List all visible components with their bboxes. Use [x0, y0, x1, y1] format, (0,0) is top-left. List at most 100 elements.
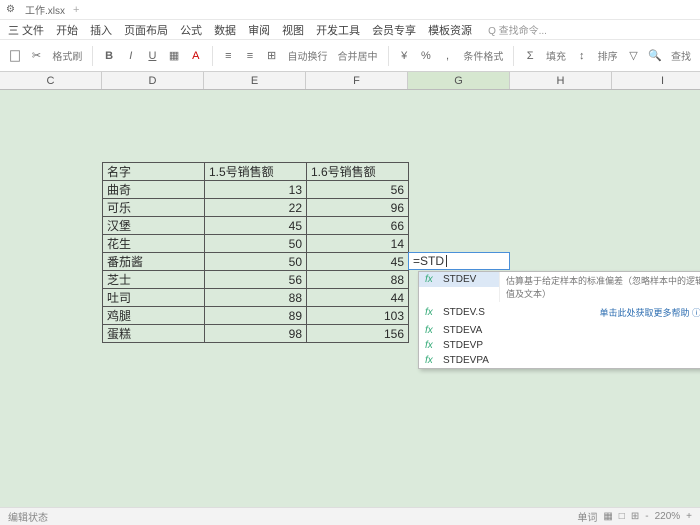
menu-pagelayout[interactable]: 页面布局: [124, 22, 168, 38]
cell-name[interactable]: 吐司: [103, 289, 205, 307]
cell-val[interactable]: 88: [205, 289, 307, 307]
comma-icon[interactable]: ,: [439, 46, 457, 66]
menu-start[interactable]: 开始: [56, 22, 78, 38]
suggest-item[interactable]: fxSTDEV: [419, 272, 499, 287]
filter-icon[interactable]: ▽: [625, 46, 643, 66]
grid-area[interactable]: 名字 1.5号销售额 1.6号销售额 曲奇1356 可乐2296 汉堡4566 …: [0, 90, 700, 507]
cell-val[interactable]: 56: [205, 271, 307, 289]
find-label[interactable]: 查找: [668, 48, 694, 63]
cell-val[interactable]: 103: [307, 307, 409, 325]
cell-val[interactable]: 44: [307, 289, 409, 307]
align-left-icon[interactable]: ≡: [219, 46, 237, 66]
bold-icon[interactable]: B: [100, 46, 118, 66]
cell-val[interactable]: 98: [205, 325, 307, 343]
cell-val[interactable]: 45: [307, 253, 409, 271]
align-center-icon[interactable]: ≡: [241, 46, 259, 66]
menu-review[interactable]: 审阅: [248, 22, 270, 38]
data-table[interactable]: 名字 1.5号销售额 1.6号销售额 曲奇1356 可乐2296 汉堡4566 …: [102, 162, 409, 343]
cell-val[interactable]: 88: [307, 271, 409, 289]
col-header-f[interactable]: F: [306, 72, 408, 89]
cell-val[interactable]: 50: [205, 235, 307, 253]
table-row: 曲奇1356: [103, 181, 409, 199]
view-break-icon[interactable]: ⊞: [631, 511, 639, 522]
merge-center-label[interactable]: 合并居中: [335, 48, 381, 63]
col-header-h[interactable]: H: [510, 72, 612, 89]
menu-view[interactable]: 视图: [282, 22, 304, 38]
cell-name[interactable]: 曲奇: [103, 181, 205, 199]
zoom-level[interactable]: 220%: [655, 511, 681, 522]
cell-val[interactable]: 66: [307, 217, 409, 235]
separator: [388, 46, 389, 66]
view-page-icon[interactable]: □: [619, 511, 625, 522]
cond-format-label[interactable]: 条件格式: [460, 48, 506, 63]
command-search[interactable]: Q 查找命令...: [488, 22, 547, 37]
cell-name[interactable]: 番茄酱: [103, 253, 205, 271]
cell-name[interactable]: 芝士: [103, 271, 205, 289]
fill-label[interactable]: 填充: [543, 48, 569, 63]
fill-color-icon[interactable]: ▦: [165, 46, 183, 66]
italic-icon[interactable]: I: [122, 46, 140, 66]
cell-val[interactable]: 156: [307, 325, 409, 343]
menu-template[interactable]: 模板资源: [428, 22, 472, 38]
fx-icon: fx: [425, 355, 437, 366]
currency-icon[interactable]: ¥: [395, 46, 413, 66]
active-cell-editor[interactable]: =STD: [408, 252, 510, 270]
cell-name[interactable]: 蛋糕: [103, 325, 205, 343]
header-col2[interactable]: 1.6号销售额: [307, 163, 409, 181]
underline-icon[interactable]: U: [144, 46, 162, 66]
view-normal-icon[interactable]: ▦: [603, 511, 612, 522]
cell-name[interactable]: 可乐: [103, 199, 205, 217]
menu-file[interactable]: 三 文件: [8, 22, 44, 38]
header-col1[interactable]: 1.5号销售额: [205, 163, 307, 181]
cell-val[interactable]: 45: [205, 217, 307, 235]
col-header-d[interactable]: D: [102, 72, 204, 89]
cell-val[interactable]: 56: [307, 181, 409, 199]
fx-icon: fx: [425, 340, 437, 351]
cell-name[interactable]: 鸡腿: [103, 307, 205, 325]
new-tab-button[interactable]: +: [73, 4, 79, 16]
zoom-out-button[interactable]: -: [645, 511, 648, 522]
sort-label[interactable]: 排序: [595, 48, 621, 63]
cell-val[interactable]: 22: [205, 199, 307, 217]
col-header-e[interactable]: E: [204, 72, 306, 89]
font-color-icon[interactable]: A: [187, 46, 205, 66]
app-menu-icon[interactable]: ⚙: [6, 4, 15, 15]
sort-icon[interactable]: ↕: [573, 46, 591, 66]
suggest-item[interactable]: fxSTDEVA: [419, 323, 700, 338]
cell-val[interactable]: 96: [307, 199, 409, 217]
col-header-g[interactable]: G: [408, 72, 510, 89]
table-row: 芝士5688: [103, 271, 409, 289]
format-painter-label[interactable]: 格式刷: [49, 48, 85, 63]
menu-insert[interactable]: 插入: [90, 22, 112, 38]
paste-icon[interactable]: [6, 46, 24, 66]
sum-icon[interactable]: Σ: [521, 46, 539, 66]
cell-val[interactable]: 89: [205, 307, 307, 325]
cell-name[interactable]: 花生: [103, 235, 205, 253]
cut-icon[interactable]: ✂: [28, 46, 46, 66]
menu-member[interactable]: 会员专享: [372, 22, 416, 38]
header-name[interactable]: 名字: [103, 163, 205, 181]
suggest-item[interactable]: fxSTDEVP: [419, 338, 700, 353]
zoom-in-button[interactable]: +: [686, 511, 692, 522]
cell-val[interactable]: 50: [205, 253, 307, 271]
menu-dev[interactable]: 开发工具: [316, 22, 360, 38]
suggest-item[interactable]: fxSTDEVPA: [419, 353, 700, 368]
help-link[interactable]: 单击此处获取更多帮助 ⓘ: [593, 304, 700, 321]
cell-name[interactable]: 汉堡: [103, 217, 205, 235]
col-header-i[interactable]: I: [612, 72, 700, 89]
percent-icon[interactable]: %: [417, 46, 435, 66]
title-bar: ⚙ 工作.xlsx +: [0, 0, 700, 20]
cell-val[interactable]: 13: [205, 181, 307, 199]
col-header-c[interactable]: C: [0, 72, 102, 89]
find-icon[interactable]: 🔍: [646, 46, 664, 66]
formula-autocomplete: fxSTDEV 估算基于给定样本的标准偏差（忽略样本中的逻辑值及文本） fxST…: [418, 271, 700, 369]
menu-formula[interactable]: 公式: [180, 22, 202, 38]
menu-data[interactable]: 数据: [214, 22, 236, 38]
cell-val[interactable]: 14: [307, 235, 409, 253]
merge-icon[interactable]: ⊞: [263, 46, 281, 66]
file-tab[interactable]: 工作.xlsx: [25, 2, 65, 17]
formula-text: =STD: [413, 254, 444, 268]
spreadsheet[interactable]: C D E F G H I 名字 1.5号销售额 1.6号销售额 曲奇1356 …: [0, 72, 700, 507]
wrap-text-label[interactable]: 自动换行: [285, 48, 331, 63]
suggest-item[interactable]: fxSTDEV.S单击此处获取更多帮助 ⓘ: [419, 302, 700, 323]
